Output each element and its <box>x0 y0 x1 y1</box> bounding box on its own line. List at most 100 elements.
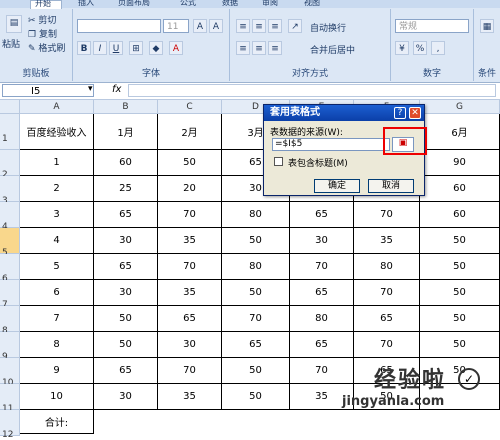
tab-home[interactable]: 开始 <box>30 0 62 9</box>
office-button[interactable] <box>0 0 18 8</box>
table-cell[interactable]: 9 <box>20 358 94 384</box>
cut-button[interactable]: ✂ 剪切 <box>28 13 56 26</box>
tab-page-layout[interactable]: 页面布局 <box>118 0 164 8</box>
table-cell[interactable]: 30 <box>94 280 158 306</box>
table-cell[interactable]: 5 <box>20 254 94 280</box>
table-cell[interactable]: 65 <box>354 306 420 332</box>
row-header[interactable]: 11 <box>0 384 20 414</box>
comma-button[interactable]: , <box>431 41 445 55</box>
align-center-icon[interactable]: ≡ <box>252 41 266 55</box>
table-cell[interactable]: 50 <box>420 332 500 358</box>
tab-data[interactable]: 数据 <box>222 0 252 8</box>
select-all-corner[interactable] <box>0 100 20 114</box>
table-cell[interactable]: 35 <box>354 228 420 254</box>
underline-button[interactable]: U <box>109 41 123 55</box>
table-cell[interactable]: 70 <box>290 254 354 280</box>
table-cell[interactable]: 50 <box>420 254 500 280</box>
formula-input[interactable] <box>128 84 496 97</box>
table-cell[interactable]: 65 <box>94 202 158 228</box>
align-middle-icon[interactable]: ≡ <box>252 19 266 33</box>
table-cell[interactable]: 65 <box>222 332 290 358</box>
table-cell[interactable]: 百度经验收入 <box>20 114 94 150</box>
table-cell[interactable]: 50 <box>420 280 500 306</box>
table-cell[interactable]: 4 <box>20 228 94 254</box>
table-cell[interactable]: 30 <box>94 228 158 254</box>
copy-button[interactable]: ❐ 复制 <box>28 27 57 40</box>
table-cell[interactable]: 70 <box>354 202 420 228</box>
table-cell[interactable]: 2月 <box>158 114 222 150</box>
table-cell[interactable]: 65 <box>94 254 158 280</box>
table-cell[interactable]: 30 <box>290 228 354 254</box>
conditional-format-icon[interactable]: ▦ <box>480 19 494 33</box>
table-cell[interactable]: 80 <box>354 254 420 280</box>
column-header[interactable]: C <box>158 100 222 114</box>
table-cell[interactable]: 35 <box>158 228 222 254</box>
table-cell[interactable]: 30 <box>158 332 222 358</box>
table-cell[interactable]: 50 <box>158 150 222 176</box>
table-cell[interactable]: 90 <box>420 150 500 176</box>
font-color-icon[interactable]: A <box>169 41 183 55</box>
table-cell[interactable]: 70 <box>158 254 222 280</box>
total-label[interactable]: 合计: <box>20 410 94 434</box>
table-cell[interactable]: 70 <box>354 332 420 358</box>
table-cell[interactable]: 50 <box>94 332 158 358</box>
ok-button[interactable]: 确定 <box>314 179 360 193</box>
row-header[interactable]: 7 <box>0 280 20 310</box>
table-cell[interactable]: 65 <box>94 358 158 384</box>
table-cell[interactable]: 60 <box>420 202 500 228</box>
table-cell[interactable]: 20 <box>158 176 222 202</box>
number-format-combo[interactable]: 常规 <box>395 19 469 33</box>
table-cell[interactable]: 6 <box>20 280 94 306</box>
fill-color-icon[interactable]: ◆ <box>149 41 163 55</box>
table-cell[interactable]: 65 <box>290 202 354 228</box>
table-cell[interactable]: 50 <box>222 228 290 254</box>
table-cell[interactable]: 50 <box>222 280 290 306</box>
table-cell[interactable]: 35 <box>158 280 222 306</box>
table-cell[interactable]: 60 <box>94 150 158 176</box>
orientation-icon[interactable]: ↗ <box>288 19 302 33</box>
row-header[interactable]: 3 <box>0 176 20 206</box>
paste-button[interactable]: 粘贴 <box>2 37 20 50</box>
table-cell[interactable]: 80 <box>290 306 354 332</box>
table-cell[interactable]: 80 <box>222 254 290 280</box>
name-box[interactable]: I5 <box>2 84 94 97</box>
currency-icon[interactable]: ¥ <box>395 41 409 55</box>
row-header[interactable]: 1 <box>0 114 20 150</box>
italic-button[interactable]: I <box>93 41 107 55</box>
table-cell[interactable]: 50 <box>420 228 500 254</box>
column-header[interactable]: B <box>94 100 158 114</box>
row-header[interactable]: 12 <box>0 410 20 440</box>
tab-formulas[interactable]: 公式 <box>180 0 210 8</box>
table-cell[interactable]: 35 <box>158 384 222 410</box>
tab-insert[interactable]: 插入 <box>78 0 108 8</box>
column-header[interactable]: A <box>20 100 94 114</box>
table-cell[interactable]: 50 <box>222 384 290 410</box>
bold-button[interactable]: B <box>77 41 91 55</box>
paste-icon[interactable]: ▤ <box>6 15 22 33</box>
borders-icon[interactable]: ⊞ <box>129 41 143 55</box>
table-cell[interactable]: 1月 <box>94 114 158 150</box>
table-cell[interactable]: 80 <box>222 202 290 228</box>
table-cell[interactable]: 1 <box>20 150 94 176</box>
row-header[interactable]: 9 <box>0 332 20 362</box>
table-cell[interactable]: 65 <box>158 306 222 332</box>
table-cell[interactable]: 7 <box>20 306 94 332</box>
source-input[interactable]: =$I$5 <box>272 138 390 151</box>
table-cell[interactable]: 50 <box>222 358 290 384</box>
table-cell[interactable]: 30 <box>94 384 158 410</box>
wrap-text-button[interactable]: 自动换行 <box>310 21 346 34</box>
table-cell[interactable]: 70 <box>354 280 420 306</box>
table-cell[interactable]: 6月 <box>420 114 500 150</box>
row-header[interactable]: 10 <box>0 358 20 388</box>
shrink-font-button[interactable]: A <box>209 19 223 33</box>
format-painter-button[interactable]: ✎ 格式刷 <box>28 41 65 54</box>
table-cell[interactable]: 50 <box>420 306 500 332</box>
tab-review[interactable]: 审阅 <box>262 0 292 8</box>
table-cell[interactable]: 70 <box>158 202 222 228</box>
row-header[interactable]: 2 <box>0 150 20 180</box>
table-cell[interactable]: 3 <box>20 202 94 228</box>
help-icon[interactable]: ? <box>394 107 406 119</box>
row-header[interactable]: 8 <box>0 306 20 336</box>
row-header[interactable]: 5 <box>0 228 20 258</box>
table-cell[interactable]: 60 <box>420 176 500 202</box>
